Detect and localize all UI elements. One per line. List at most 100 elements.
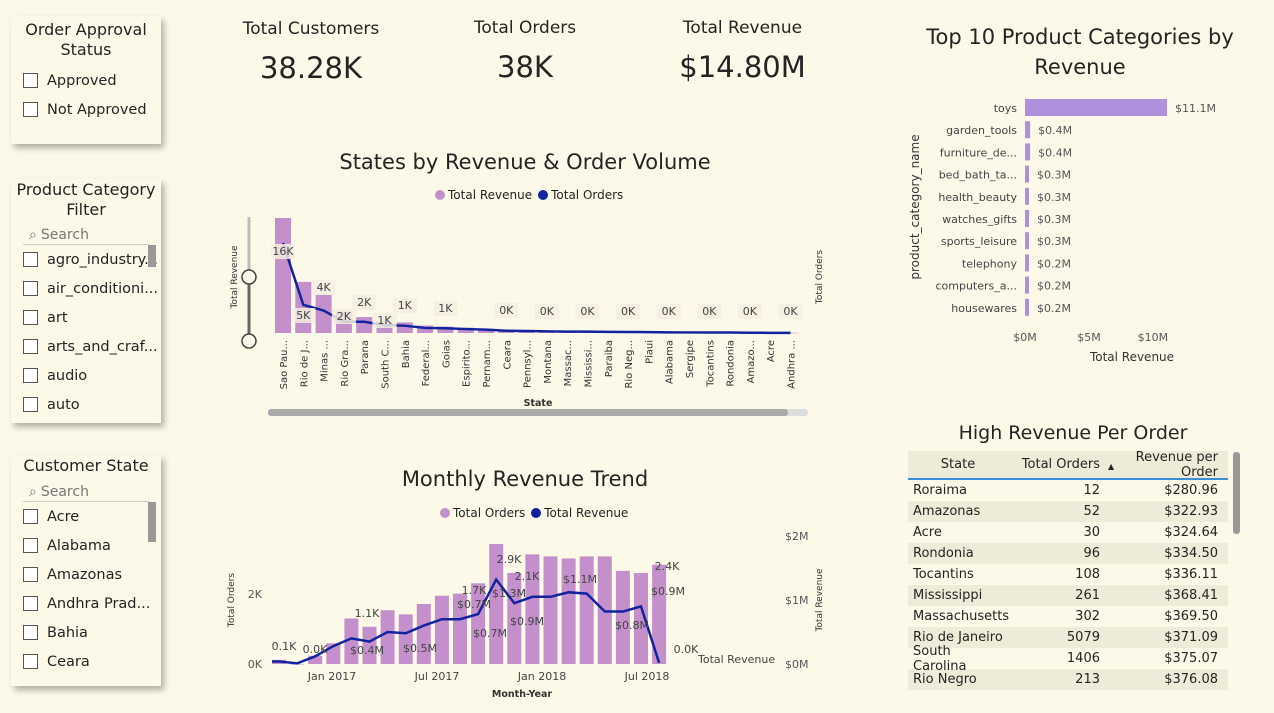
y-tick-label-right: $1M: [785, 594, 809, 607]
category-bar: [1025, 276, 1029, 294]
category-option[interactable]: air_conditioni...: [11, 274, 161, 303]
data-label: $1.1M: [563, 573, 597, 586]
data-label: 1.7K: [462, 584, 487, 597]
data-label: $1.3M: [492, 587, 526, 600]
data-label: $0.9M: [651, 585, 685, 598]
checkbox-icon[interactable]: [23, 654, 38, 669]
header-revenue-per-order[interactable]: Revenue per Order ▲: [1100, 450, 1222, 480]
cell-state: Acre: [913, 525, 942, 540]
table-row[interactable]: Massachusetts 302 $369.50: [908, 606, 1228, 627]
checkbox-icon[interactable]: [23, 281, 38, 296]
category-scrollbar[interactable]: [148, 245, 156, 267]
table-row[interactable]: Acre 30 $324.64: [908, 522, 1228, 543]
checkbox-icon[interactable]: [23, 102, 38, 117]
state-option[interactable]: Alabama: [11, 531, 161, 560]
table-row[interactable]: Rondonia 96 $334.50: [908, 543, 1228, 564]
checkbox-icon[interactable]: [23, 339, 38, 354]
monthly-chart: Total Orders Total Revenue 0K 2K $0M $1M $2M 0.…: [227, 530, 825, 700]
data-label: $0.7M: [457, 598, 491, 611]
table-body: Roraima 12 $280.96 Amazonas 52 $322.93 Acre 30 $…: [908, 480, 1228, 690]
data-label: 1K: [377, 314, 392, 327]
checkbox-icon[interactable]: [23, 567, 38, 582]
category-bar: [1025, 165, 1029, 183]
state-scrollbar[interactable]: [148, 502, 156, 542]
checkbox-icon[interactable]: [23, 596, 38, 611]
table-row[interactable]: Roraima 12 $280.96: [908, 480, 1228, 501]
cell-revenue-per-order: $375.07: [1164, 651, 1218, 666]
cell-state: Roraima: [913, 483, 967, 498]
top10-chart: product_category_name toys $11.1M garden_to…: [908, 99, 1216, 364]
data-label: 16K: [272, 245, 294, 258]
header-state[interactable]: State: [908, 457, 1008, 472]
approval-option-approved[interactable]: Approved: [11, 66, 161, 95]
x-tick-label: Jul 2018: [624, 670, 670, 683]
state-option[interactable]: Bahia: [11, 618, 161, 647]
cell-state: Massachusetts: [913, 609, 1010, 624]
data-label: 0K: [662, 305, 677, 318]
table-row[interactable]: Amazonas 52 $322.93: [908, 501, 1228, 522]
value-label: $0.2M: [1037, 280, 1071, 293]
category-option[interactable]: audio: [11, 361, 161, 390]
data-label: 0K: [621, 305, 636, 318]
checkbox-icon[interactable]: [23, 625, 38, 640]
table-row[interactable]: Rio Negro 213 $376.08: [908, 669, 1228, 690]
value-label: $0.3M: [1037, 213, 1071, 226]
cell-revenue-per-order: $334.50: [1164, 546, 1218, 561]
zoom-slider-handle[interactable]: [241, 269, 257, 285]
monthly-chart-title: Monthly Revenue Trend: [401, 467, 649, 491]
header-total-orders[interactable]: Total Orders: [1008, 457, 1100, 472]
data-label: 2.4K: [655, 560, 680, 573]
checkbox-icon[interactable]: [23, 73, 38, 88]
states-chart-title: States by Revenue & Order Volume: [339, 150, 711, 174]
horizontal-scrollbar-thumb[interactable]: [268, 409, 788, 416]
checkbox-icon[interactable]: [23, 397, 38, 412]
data-label: 0.1K: [272, 640, 297, 653]
data-label: 1K: [438, 302, 453, 315]
category-search-input[interactable]: ⌕ Search: [23, 225, 149, 245]
checkbox-icon[interactable]: [23, 252, 38, 267]
y-axis-title-right: Total Orders: [815, 250, 825, 305]
category-option[interactable]: art: [11, 303, 161, 332]
category-bar: [1025, 232, 1029, 250]
x-tick-label: Espirito...: [462, 340, 473, 387]
category-bar: [1025, 254, 1029, 272]
table-row[interactable]: Tocantins 108 $336.11: [908, 564, 1228, 585]
y-tick-label-right: $0M: [785, 658, 809, 671]
series-end-label: Total Revenue: [697, 653, 775, 666]
approval-status-slicer: Order Approval Status Approved Not Appro…: [11, 16, 161, 144]
state-option[interactable]: Andhra Prad...: [11, 589, 161, 618]
x-tick-label: Acre: [766, 340, 777, 362]
category-label: toys: [994, 102, 1018, 115]
table-title: High Revenue Per Order: [958, 422, 1188, 444]
category-bar: [1025, 121, 1031, 139]
state-option[interactable]: Amazonas: [11, 560, 161, 589]
zoom-slider-handle[interactable]: [241, 333, 257, 349]
state-search-input[interactable]: ⌕ Search: [23, 482, 149, 502]
data-label: 0K: [783, 305, 798, 318]
cell-total-orders: 52: [1083, 504, 1100, 519]
value-label: $0.3M: [1037, 169, 1071, 182]
checkbox-icon[interactable]: [23, 368, 38, 383]
table-row[interactable]: Mississippi 261 $368.41: [908, 585, 1228, 606]
table-scrollbar[interactable]: [1233, 452, 1240, 534]
data-label: 1K: [398, 299, 413, 312]
category-option[interactable]: auto: [11, 390, 161, 419]
cell-state: Rio Negro: [913, 672, 977, 687]
checkbox-icon[interactable]: [23, 538, 38, 553]
approval-option-not-approved[interactable]: Not Approved: [11, 95, 161, 124]
approval-slicer-title: Order Approval Status: [25, 20, 147, 59]
orders-bar: [398, 614, 413, 664]
orders-bar: [615, 570, 630, 664]
state-option[interactable]: Acre: [11, 502, 161, 531]
state-option[interactable]: Ceara: [11, 647, 161, 676]
category-option[interactable]: arts_and_craf...: [11, 332, 161, 361]
category-option[interactable]: agro_industry...: [11, 245, 161, 274]
checkbox-icon[interactable]: [23, 509, 38, 524]
product-category-slicer: Product Category Filter ⌕ Search agro_in…: [11, 179, 161, 423]
checkbox-icon[interactable]: [23, 310, 38, 325]
table-row[interactable]: South Carolina 1406 $375.07: [908, 644, 1228, 674]
y-tick-label: 0K: [248, 658, 263, 671]
x-tick-label: Alabama: [665, 340, 676, 384]
category-label: telephony: [962, 257, 1018, 270]
data-label: 0.0K: [674, 643, 699, 656]
